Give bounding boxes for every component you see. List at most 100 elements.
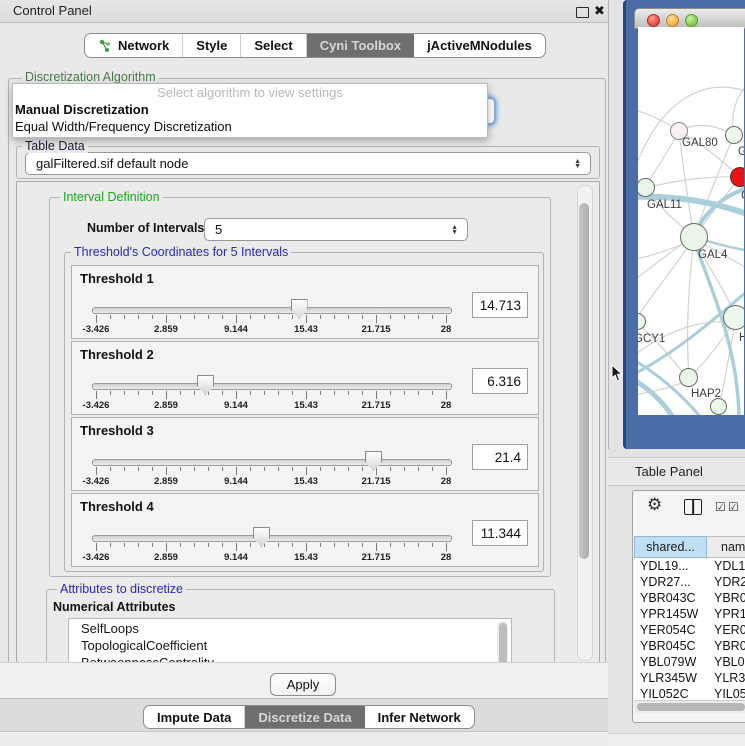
tick-label: 28 — [441, 552, 452, 563]
network-view-window: GAL80 GA C GAL11 GAL4 GCY1 H HAP2 — [623, 0, 745, 449]
tick-label: 21.715 — [361, 324, 390, 335]
tab-infer-network-label: Infer Network — [378, 710, 461, 725]
checkbox-icon[interactable]: ☑ — [728, 500, 739, 514]
attributes-group-title: Attributes to discretize — [57, 582, 186, 596]
table-row[interactable]: YLR345WYLR345W — [634, 670, 745, 686]
node-top-right[interactable] — [725, 126, 743, 144]
attributes-list-scrollbar[interactable] — [497, 621, 508, 664]
tick-label: 2.859 — [154, 400, 178, 411]
chevron-updown-icon: ▲▼ — [574, 159, 581, 169]
tick-label: 2.859 — [154, 552, 178, 563]
slider-ticks — [96, 467, 447, 476]
node-label-h: H — [739, 332, 744, 344]
table-panel-bottom-strip — [608, 733, 745, 746]
tab-select[interactable]: Select — [241, 34, 306, 57]
table-row[interactable]: YDL19...YDL19 — [634, 558, 745, 574]
network-icon — [98, 39, 112, 53]
list-item-selfloops[interactable]: SelfLoops — [81, 620, 139, 637]
checkbox-icon[interactable]: ☑ — [715, 500, 726, 514]
tick-label: 15.43 — [294, 324, 318, 335]
discretization-algorithm-title: Discretization Algorithm — [22, 70, 159, 84]
tab-impute-data-label: Impute Data — [157, 710, 231, 725]
tab-network-label: Network — [118, 38, 169, 53]
table-row[interactable]: YBL079WYBL079W — [634, 654, 745, 670]
threshold-3-label: Threshold 3 — [80, 423, 154, 438]
control-panel: Control Panel ✖ Network Style Select Cyn… — [0, 0, 609, 745]
threshold-1-value-field[interactable]: 14.713 — [472, 292, 528, 318]
slider-ticks — [96, 543, 447, 552]
list-item-topologicalcoefficient[interactable]: TopologicalCoefficient — [81, 637, 207, 654]
node-selected-red[interactable] — [730, 167, 744, 187]
table-rows: YDL19...YDL19 YDR27...YDR27 YBR043CYBR04… — [634, 558, 745, 700]
close-button[interactable] — [647, 14, 660, 27]
number-of-intervals-combobox[interactable]: 5 ▲▼ — [204, 218, 468, 241]
table-row[interactable]: YIL052CYIL052C — [634, 686, 745, 700]
tab-jactivemnodules-label: jActiveMNodules — [427, 38, 532, 53]
node-label-gal80: GAL80 — [682, 137, 718, 149]
minimize-button[interactable] — [666, 14, 679, 27]
node-hap2[interactable] — [679, 368, 698, 387]
threshold-2-label: Threshold 2 — [80, 347, 154, 362]
split-view-icon[interactable] — [684, 499, 702, 515]
table-row[interactable]: YER054CYER054C — [634, 622, 745, 638]
table-panel-title: Table Panel — [635, 458, 703, 485]
tab-impute-data[interactable]: Impute Data — [144, 706, 245, 728]
column-header-name[interactable]: name — [707, 536, 745, 558]
column-header-shared[interactable]: shared... — [634, 536, 707, 558]
threshold-4-label: Threshold 4 — [80, 499, 154, 514]
threshold-1-slider-track[interactable] — [92, 307, 452, 314]
tab-cyni-toolbox-label: Cyni Toolbox — [320, 38, 401, 53]
numerical-attributes-label: Numerical Attributes — [53, 600, 175, 614]
dropdown-option-manual-discretization[interactable]: Manual Discretization — [15, 102, 149, 117]
tick-label: 15.43 — [294, 476, 318, 487]
tab-infer-network[interactable]: Infer Network — [365, 706, 474, 728]
apply-button[interactable]: Apply — [270, 673, 336, 696]
dropdown-option-equal-width[interactable]: Equal Width/Frequency Discretization — [15, 119, 232, 134]
slider-ticks — [96, 391, 447, 400]
tab-discretize-data[interactable]: Discretize Data — [245, 706, 364, 728]
table-row[interactable]: YDR27...YDR27 — [634, 574, 745, 590]
table-panel: ⚙ ☑ ☑ shared... name YDL19...YDL19 YDR27… — [632, 490, 745, 723]
node-bottom[interactable] — [710, 398, 727, 415]
tick-label: 21.715 — [361, 476, 390, 487]
tick-label: 9.144 — [224, 476, 248, 487]
node-gal4[interactable] — [680, 223, 708, 251]
tick-label: -3.426 — [83, 552, 110, 563]
threshold-4-slider-track[interactable] — [92, 535, 452, 542]
settings-scrollbar-thumb[interactable] — [579, 203, 589, 559]
apply-strip: Apply — [0, 662, 608, 699]
tab-network[interactable]: Network — [85, 34, 183, 57]
tab-select-label: Select — [254, 38, 292, 53]
table-panel-titlebar: Table Panel — [608, 457, 745, 486]
threshold-3-value-field[interactable]: 21.4 — [472, 444, 528, 470]
threshold-4-value-field[interactable]: 11.344 — [472, 520, 528, 546]
panel-title: Control Panel — [13, 0, 92, 22]
threshold-2-slider-track[interactable] — [92, 383, 452, 390]
settings-scrollbar[interactable] — [577, 185, 593, 661]
tab-style[interactable]: Style — [183, 34, 241, 57]
table-data-combobox[interactable]: galFiltered.sif default node ▲▼ — [25, 152, 591, 175]
table-row[interactable]: YBR043CYBR043C — [634, 590, 745, 606]
node-h[interactable] — [723, 305, 744, 330]
tab-jactivemnodules[interactable]: jActiveMNodules — [414, 34, 545, 57]
gear-icon[interactable]: ⚙ — [647, 495, 662, 515]
table-row[interactable]: YBR045CYBR045C — [634, 638, 745, 654]
tick-label: 21.715 — [361, 400, 390, 411]
threshold-2-value-field[interactable]: 6.316 — [472, 368, 528, 394]
table-data-label: Table Data — [22, 139, 88, 153]
network-edges — [638, 27, 744, 415]
float-window-icon[interactable] — [576, 7, 589, 18]
table-row[interactable]: YPR145WYPR145W — [634, 606, 745, 622]
tab-cyni-toolbox[interactable]: Cyni Toolbox — [307, 34, 414, 57]
threshold-3-slider-track[interactable] — [92, 459, 452, 466]
horizontal-scrollbar-thumb[interactable] — [637, 703, 745, 711]
horizontal-scrollbar[interactable] — [634, 700, 745, 713]
tick-label: 15.43 — [294, 400, 318, 411]
close-icon[interactable]: ✖ — [594, 2, 605, 20]
network-canvas[interactable]: GAL80 GA C GAL11 GAL4 GCY1 H HAP2 — [638, 27, 744, 415]
slider-ticks — [96, 315, 447, 324]
threshold-3-panel: Threshold 3 -3.426 2.859 9.144 15.43 21.… — [71, 417, 539, 491]
tick-label: 9.144 — [224, 552, 248, 563]
zoom-button[interactable] — [685, 14, 698, 27]
thresholds-group-title: Threshold's Coordinates for 5 Intervals — [71, 245, 291, 259]
